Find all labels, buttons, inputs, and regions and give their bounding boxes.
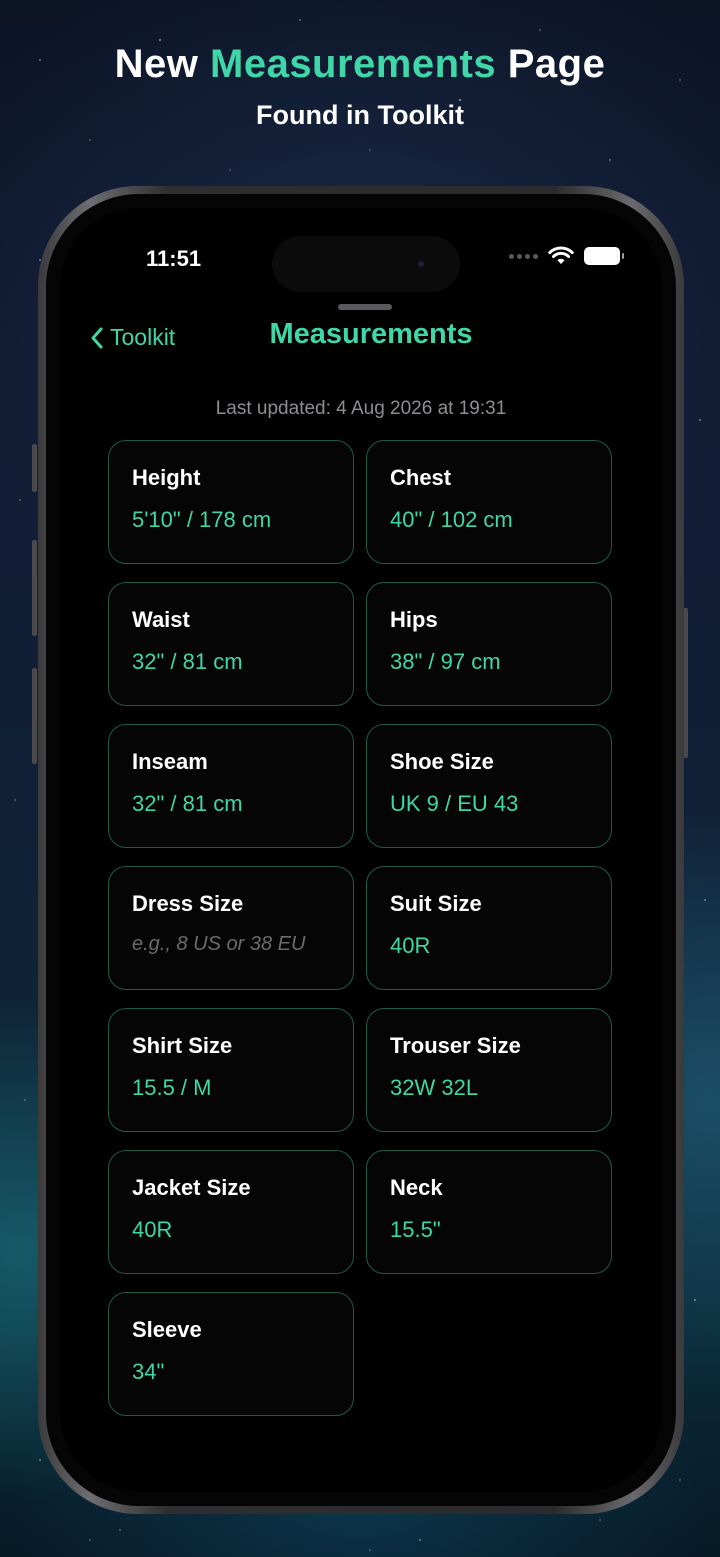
measurement-label: Neck bbox=[390, 1175, 443, 1200]
measurement-card-chest[interactable]: Chest 40" / 102 cm bbox=[366, 440, 612, 564]
measurement-value: 15.5" bbox=[390, 1217, 441, 1242]
measurement-label: Inseam bbox=[132, 749, 208, 774]
measurement-label: Shirt Size bbox=[132, 1033, 233, 1058]
measurement-card-shoe-size[interactable]: Shoe Size UK 9 / EU 43 bbox=[366, 724, 612, 848]
measurement-card-inseam[interactable]: Inseam 32" / 81 cm bbox=[108, 724, 354, 848]
status-icons bbox=[509, 246, 624, 266]
status-time: 11:51 bbox=[146, 246, 202, 271]
measurement-value: 32W 32L bbox=[390, 1075, 479, 1100]
measurement-label: Dress Size bbox=[132, 891, 244, 916]
measurement-card-trouser-size[interactable]: Trouser Size 32W 32L bbox=[366, 1008, 612, 1132]
volume-up-button bbox=[32, 540, 37, 636]
last-updated-text: Last updated: 4 Aug 2026 at 19:31 bbox=[215, 398, 507, 419]
measurement-label: Suit Size bbox=[390, 891, 482, 916]
measurement-value: 38" / 97 cm bbox=[390, 649, 501, 674]
phone-screen: 11:51 Toolkit Measurements Last updated:… bbox=[60, 208, 662, 1492]
page-title: Measurements bbox=[269, 318, 473, 350]
measurement-card-waist[interactable]: Waist 32" / 81 cm bbox=[108, 582, 354, 706]
wifi-icon bbox=[548, 246, 574, 264]
measurement-value: 40R bbox=[390, 933, 431, 958]
measurement-label: Jacket Size bbox=[132, 1175, 251, 1200]
measurement-value: 32" / 81 cm bbox=[132, 649, 243, 674]
sheet-grabber[interactable] bbox=[338, 304, 392, 310]
measurement-label: Sleeve bbox=[132, 1317, 202, 1342]
measurement-value: 5'10" / 178 cm bbox=[132, 507, 272, 532]
battery-icon bbox=[584, 247, 624, 265]
cellular-signal-icon bbox=[509, 253, 538, 259]
phone-bezel: 11:51 Toolkit Measurements Last updated:… bbox=[46, 194, 676, 1506]
measurement-value: 40" / 102 cm bbox=[390, 507, 513, 532]
measurement-card-dress-size[interactable]: Dress Size e.g., 8 US or 38 EU bbox=[108, 866, 354, 990]
measurement-card-sleeve[interactable]: Sleeve 34" bbox=[108, 1292, 354, 1416]
measurement-label: Chest bbox=[390, 465, 452, 490]
measurement-value: 15.5 / M bbox=[132, 1075, 212, 1100]
volume-down-button bbox=[32, 668, 37, 764]
measurement-value: 32" / 81 cm bbox=[132, 791, 243, 816]
promo-headline: New Measurements Page bbox=[0, 42, 720, 87]
dynamic-island bbox=[272, 236, 460, 292]
measurement-value: 40R bbox=[132, 1217, 173, 1242]
promo-subtitle: Found in Toolkit bbox=[256, 100, 464, 130]
measurement-value: 34" bbox=[132, 1359, 165, 1384]
measurement-label: Shoe Size bbox=[390, 749, 494, 774]
measurement-label: Waist bbox=[132, 607, 190, 632]
measurement-card-height[interactable]: Height 5'10" / 178 cm bbox=[108, 440, 354, 564]
measurement-card-jacket-size[interactable]: Jacket Size 40R bbox=[108, 1150, 354, 1274]
measurement-card-neck[interactable]: Neck 15.5" bbox=[366, 1150, 612, 1274]
headline-prefix: New bbox=[114, 42, 210, 86]
measurement-label: Trouser Size bbox=[390, 1033, 521, 1058]
measurement-value: UK 9 / EU 43 bbox=[390, 791, 519, 816]
action-button bbox=[32, 444, 37, 492]
headline-accent: Measurements bbox=[210, 42, 497, 86]
phone-frame: 11:51 Toolkit Measurements Last updated:… bbox=[38, 186, 684, 1514]
measurement-placeholder: e.g., 8 US or 38 EU bbox=[132, 933, 306, 955]
measurements-grid: Height 5'10" / 178 cm Chest 40" / 102 cm Wai… bbox=[108, 440, 612, 1416]
camera-dot bbox=[418, 261, 424, 267]
measurement-card-suit-size[interactable]: Suit Size 40R bbox=[366, 866, 612, 990]
measurement-label: Hips bbox=[390, 607, 438, 632]
measurement-label: Height bbox=[132, 465, 201, 490]
measurement-card-shirt-size[interactable]: Shirt Size 15.5 / M bbox=[108, 1008, 354, 1132]
headline-suffix: Page bbox=[496, 42, 606, 86]
measurement-card-hips[interactable]: Hips 38" / 97 cm bbox=[366, 582, 612, 706]
